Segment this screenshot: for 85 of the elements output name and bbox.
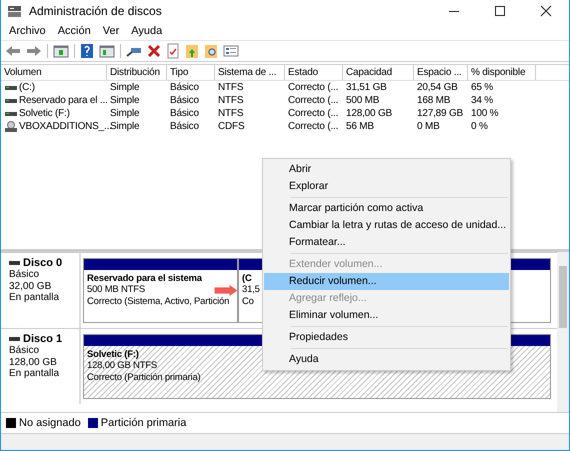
list-icon[interactable] [223,44,239,58]
table-cell-text: (C:) [18,82,36,93]
legend-label: Partición primaria [100,417,186,429]
table-cell-text: Solvetic (F:) [18,108,71,119]
table-cell-text: NTFS [217,108,244,119]
table-cell-text: Básico [169,95,200,106]
table-cell-text: 0 % [470,121,489,132]
column-header[interactable]: Tipo [167,65,215,80]
table-cell-text: 34 % [470,95,494,106]
partition-name: (C [242,273,252,284]
partition-status: Co [242,296,254,308]
console-icon[interactable] [53,44,69,58]
menu-item[interactable]: Abrir [264,161,509,178]
partition-name: Reservado para el sistema [87,273,202,284]
partition-status: Correcto (Sistema, Activo, Partición [87,296,230,308]
disk-icon [7,4,23,18]
help-icon[interactable] [80,43,94,59]
column-header[interactable]: Sistema de ... [215,65,285,80]
menu-item[interactable]: Propiedades [264,329,509,346]
legend-label: No asignado [19,417,81,429]
menu-item[interactable]: Reducir volumen... [264,273,509,290]
table-cell-text: Simple [109,95,140,106]
table-cell-text: 100 % [470,108,500,119]
column-header[interactable]: Estado [285,65,343,80]
table-cell-text: Correcto (... [287,108,340,119]
disk-status: En pantalla [9,368,60,380]
table-cell-text: Básico [169,121,200,132]
disk-name: Disco 0 [23,257,62,269]
column-header[interactable]: Distribución [107,65,167,80]
column-header[interactable]: Volumen [1,65,107,80]
table-cell-text: Correcto (... [287,121,340,132]
console-icon[interactable] [99,44,115,58]
disk-name: Disco 1 [23,333,62,345]
table-cell-text: Correcto (... [287,82,340,93]
disk-status: En pantalla [9,292,60,304]
folder-up-icon[interactable] [185,43,199,59]
table-cell-text: 0 MB [416,121,441,132]
partition-name: Solvetic (F:) [87,349,139,360]
table-cell-text: Reservado para el ... [18,95,107,106]
window-title: Administración de discos [29,4,163,18]
column-header[interactable]: Capacidad [343,65,414,80]
menu-item[interactable]: Acción [58,25,91,37]
menu-item[interactable]: Marcar partición como activa [264,200,509,217]
cd-drive-icon [4,120,18,132]
menu-item[interactable]: Ver [102,25,120,37]
table-cell-text: 20,54 GB [416,82,459,93]
checklist-icon[interactable] [166,43,180,59]
table-cell-text: 56 MB [345,121,375,132]
delete-icon[interactable] [147,44,161,58]
table-cell-text: Correcto (... [287,95,340,106]
scrollbar[interactable] [557,252,569,412]
menu-item[interactable]: Ayuda [264,351,509,368]
table-cell-text: Simple [109,108,140,119]
disk-size: 32,00 GB [9,280,52,292]
table-cell-text: Simple [109,82,140,93]
disk-type: Básico [9,345,40,356]
partition-status: Correcto (Partición primaria) [87,372,201,384]
disk-type: Básico [9,269,40,280]
table-cell-text: 31,51 GB [345,82,388,93]
menu-item[interactable]: Formatear... [264,234,509,251]
table-cell-text: 127,89 GB [416,108,464,119]
partition-size: 128,00 GB NTFS [87,360,158,372]
forward-icon[interactable] [26,44,42,58]
menu-item[interactable]: Archivo [9,25,46,37]
table-cell-text: 500 MB [345,95,380,106]
partition-block[interactable]: Reservado para el sistema 500 MB NTFS Correcto (Sistema, Activo, Partición [83,258,238,323]
table-cell-text: 65 % [470,82,494,93]
disk-size: 128,00 GB [9,356,58,368]
menu-item[interactable]: Ayuda [131,25,162,37]
table-cell-text: Básico [169,82,200,93]
table-cell-text: Básico [169,108,200,119]
table-cell-text: 168 MB [416,95,452,106]
partition-size: 31,5 [242,284,260,296]
menu-item[interactable]: Cambiar la letra y rutas de acceso de unidad... [264,217,509,234]
menu-item[interactable]: Eliminar volumen... [264,307,509,324]
menu-item[interactable]: Explorar [264,178,509,195]
table-cell-text: NTFS [217,82,244,93]
partition-size: 500 MB NTFS [87,284,145,296]
folder-search-icon[interactable] [204,43,218,59]
back-icon[interactable] [5,44,21,58]
table-cell-text: 128,00 GB [345,108,394,119]
table-cell-text: NTFS [217,95,244,106]
column-header[interactable]: Espacio ... [414,65,468,80]
table-cell-text: CDFS [217,121,246,132]
column-header[interactable]: % disponible [468,65,536,80]
